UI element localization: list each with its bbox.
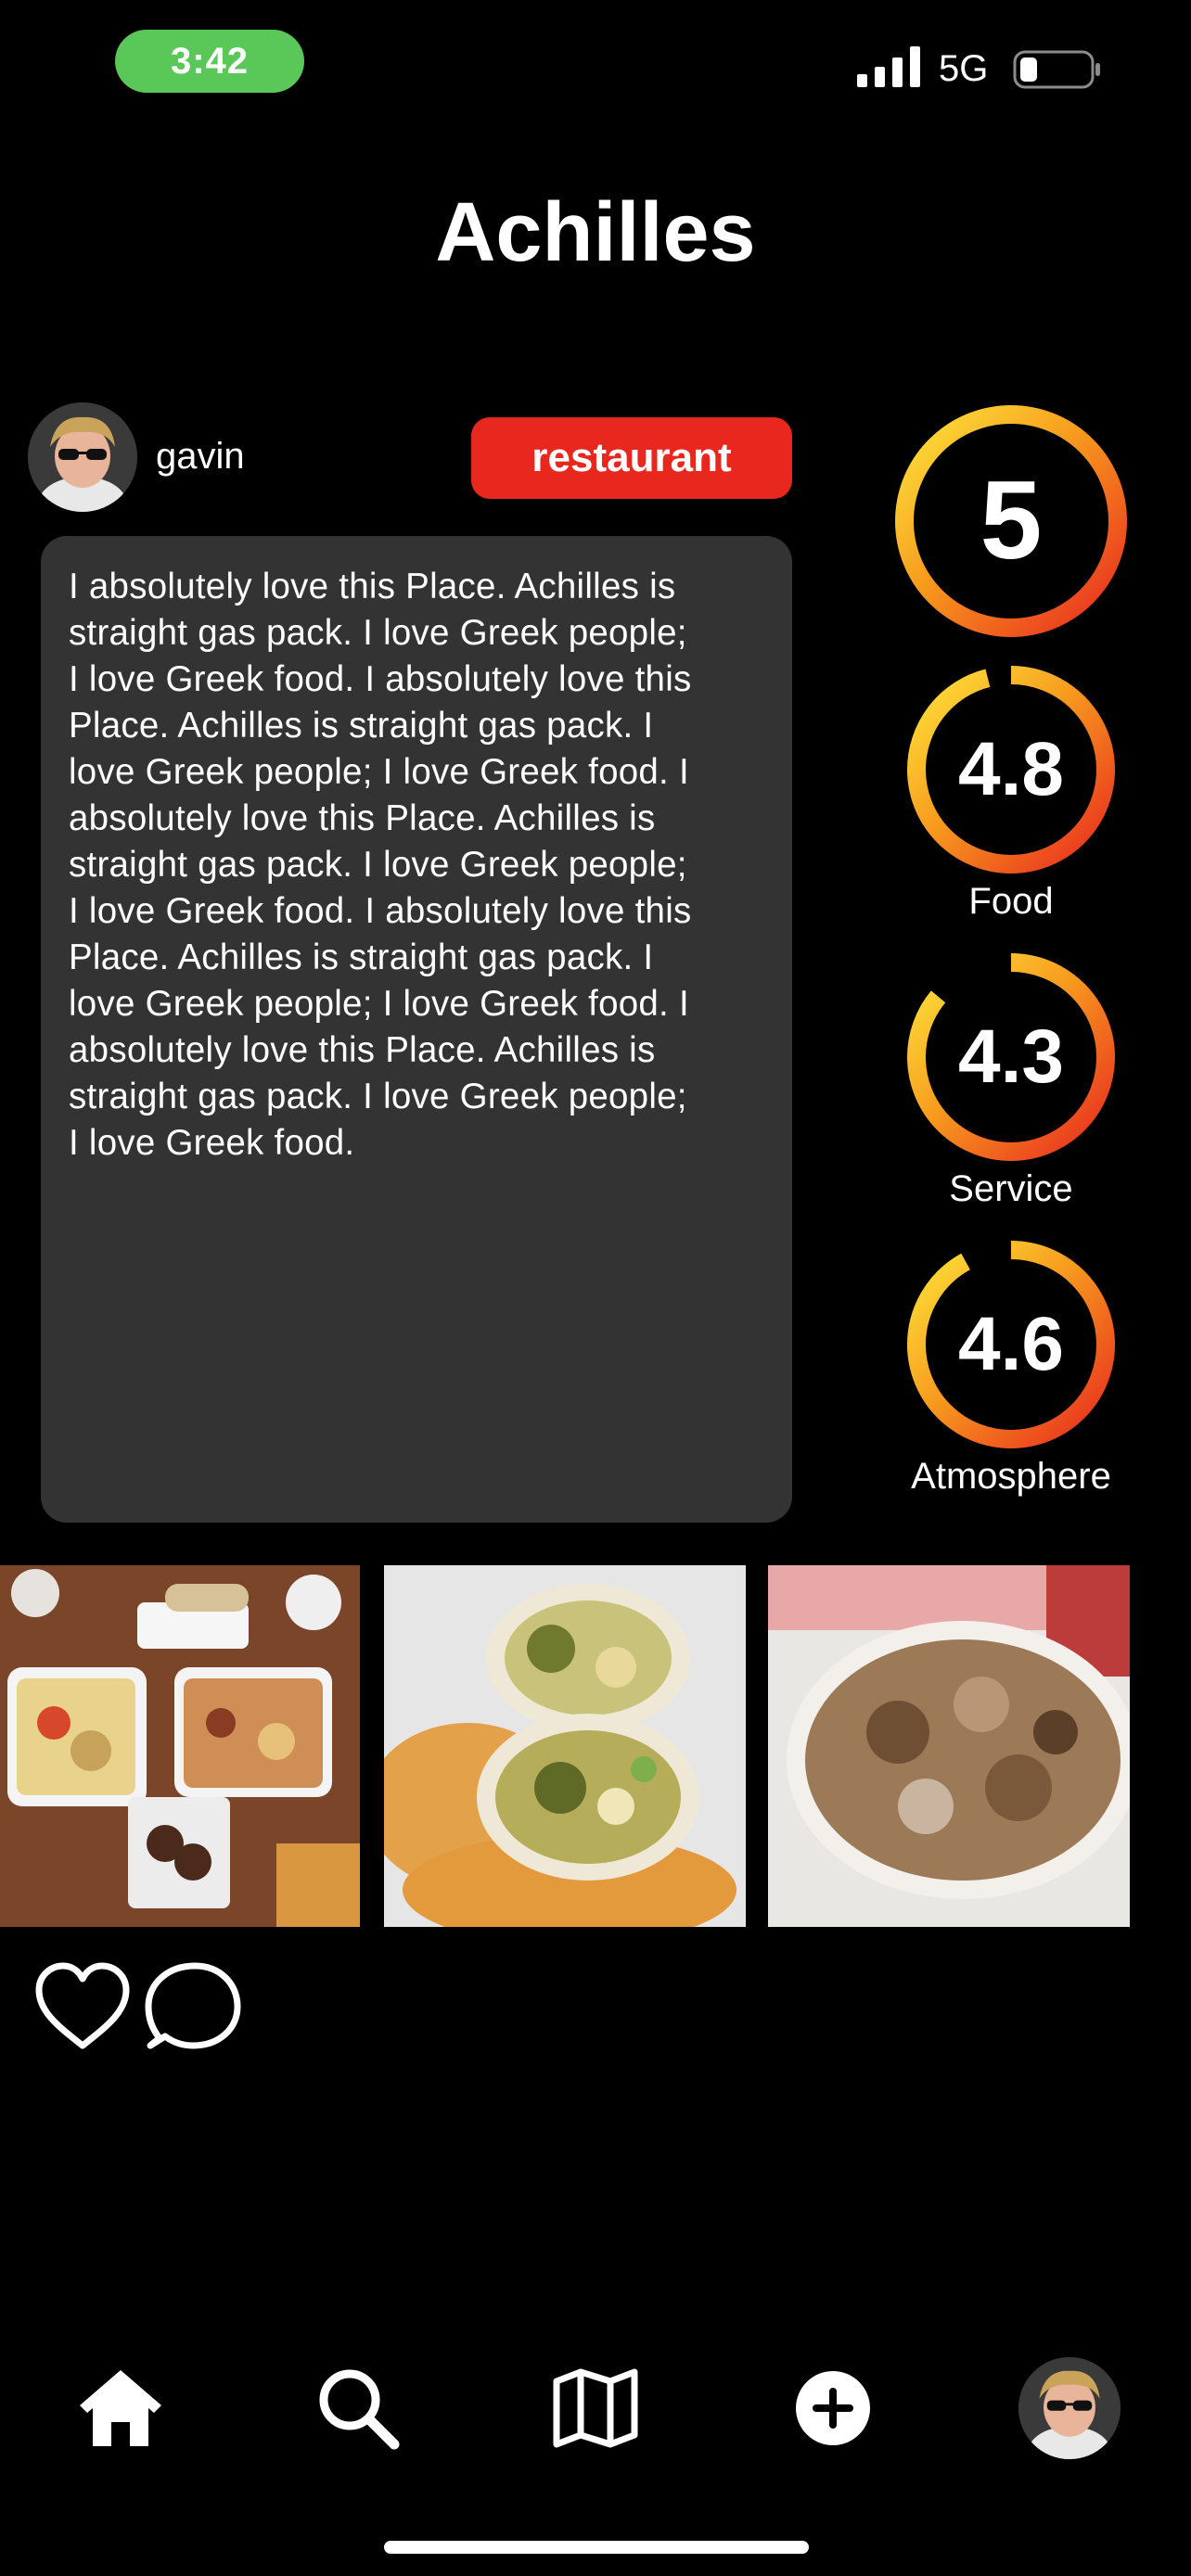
- map-icon: [553, 2368, 638, 2448]
- food-rating-value: 4.8: [958, 727, 1064, 812]
- overall-rating-value: 5: [980, 458, 1043, 583]
- review-text: I absolutely love this Place. Achilles i…: [69, 567, 692, 1163]
- home-indicator: [384, 2541, 809, 2554]
- service-rating-label: Service: [949, 1168, 1073, 1209]
- author-name[interactable]: gavin: [156, 436, 245, 478]
- page-title: Achilles: [435, 186, 756, 279]
- search-icon: [319, 2369, 400, 2450]
- review-card: I absolutely love this Place. Achilles i…: [41, 536, 792, 1523]
- network-label: 5G: [939, 48, 989, 89]
- heart-icon[interactable]: [32, 1957, 134, 2059]
- battery-icon: [1013, 50, 1100, 89]
- gyro-meat-photo[interactable]: [768, 1565, 1130, 1927]
- home-icon: [80, 2370, 161, 2446]
- chat-bubble-icon[interactable]: [141, 1957, 243, 2059]
- food-platter-photo[interactable]: [0, 1565, 360, 1927]
- tab-home[interactable]: [72, 2360, 169, 2456]
- atmosphere-rating-value: 4.6: [958, 1302, 1064, 1387]
- category-tag[interactable]: restaurant: [471, 417, 792, 499]
- author-avatar[interactable]: [28, 402, 137, 512]
- atmosphere-rating-label: Atmosphere: [911, 1456, 1111, 1497]
- tab-profile[interactable]: [1018, 2357, 1121, 2459]
- avatar: [1018, 2357, 1121, 2459]
- tab-search[interactable]: [310, 2360, 406, 2456]
- falafel-wrap-photo[interactable]: [384, 1565, 746, 1927]
- plus-circle-icon: [796, 2371, 870, 2445]
- service-rating-value: 4.3: [958, 1014, 1064, 1100]
- tab-add[interactable]: [785, 2360, 881, 2456]
- status-time: 3:42: [115, 30, 304, 93]
- food-rating-label: Food: [968, 881, 1054, 922]
- tab-map[interactable]: [547, 2360, 644, 2456]
- signal-icon: [857, 46, 920, 87]
